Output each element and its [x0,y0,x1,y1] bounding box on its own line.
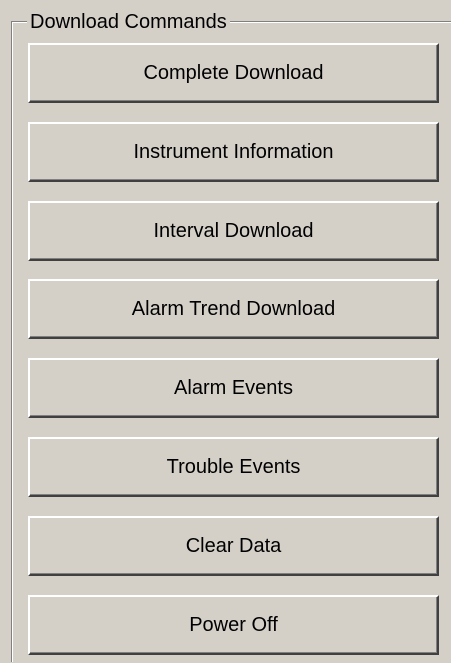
groupbox-title: Download Commands [27,11,230,33]
alarm-trend-download-button[interactable]: Alarm Trend Download [28,279,439,339]
instrument-information-button[interactable]: Instrument Information [28,122,439,182]
trouble-events-button[interactable]: Trouble Events [28,437,439,497]
button-label: Power Off [189,613,278,636]
complete-download-button[interactable]: Complete Download [28,43,439,103]
button-label: Alarm Trend Download [131,297,336,320]
alarm-events-button[interactable]: Alarm Events [28,358,439,418]
button-label: Complete Download [143,61,324,84]
interval-download-button[interactable]: Interval Download [28,201,439,261]
button-label: Alarm Events [174,376,293,399]
button-label: Instrument Information [133,140,334,163]
button-label: Trouble Events [166,455,301,478]
button-label: Clear Data [185,534,282,557]
button-label: Interval Download [153,219,314,242]
clear-data-button[interactable]: Clear Data [28,516,439,576]
power-off-button[interactable]: Power Off [28,595,439,655]
